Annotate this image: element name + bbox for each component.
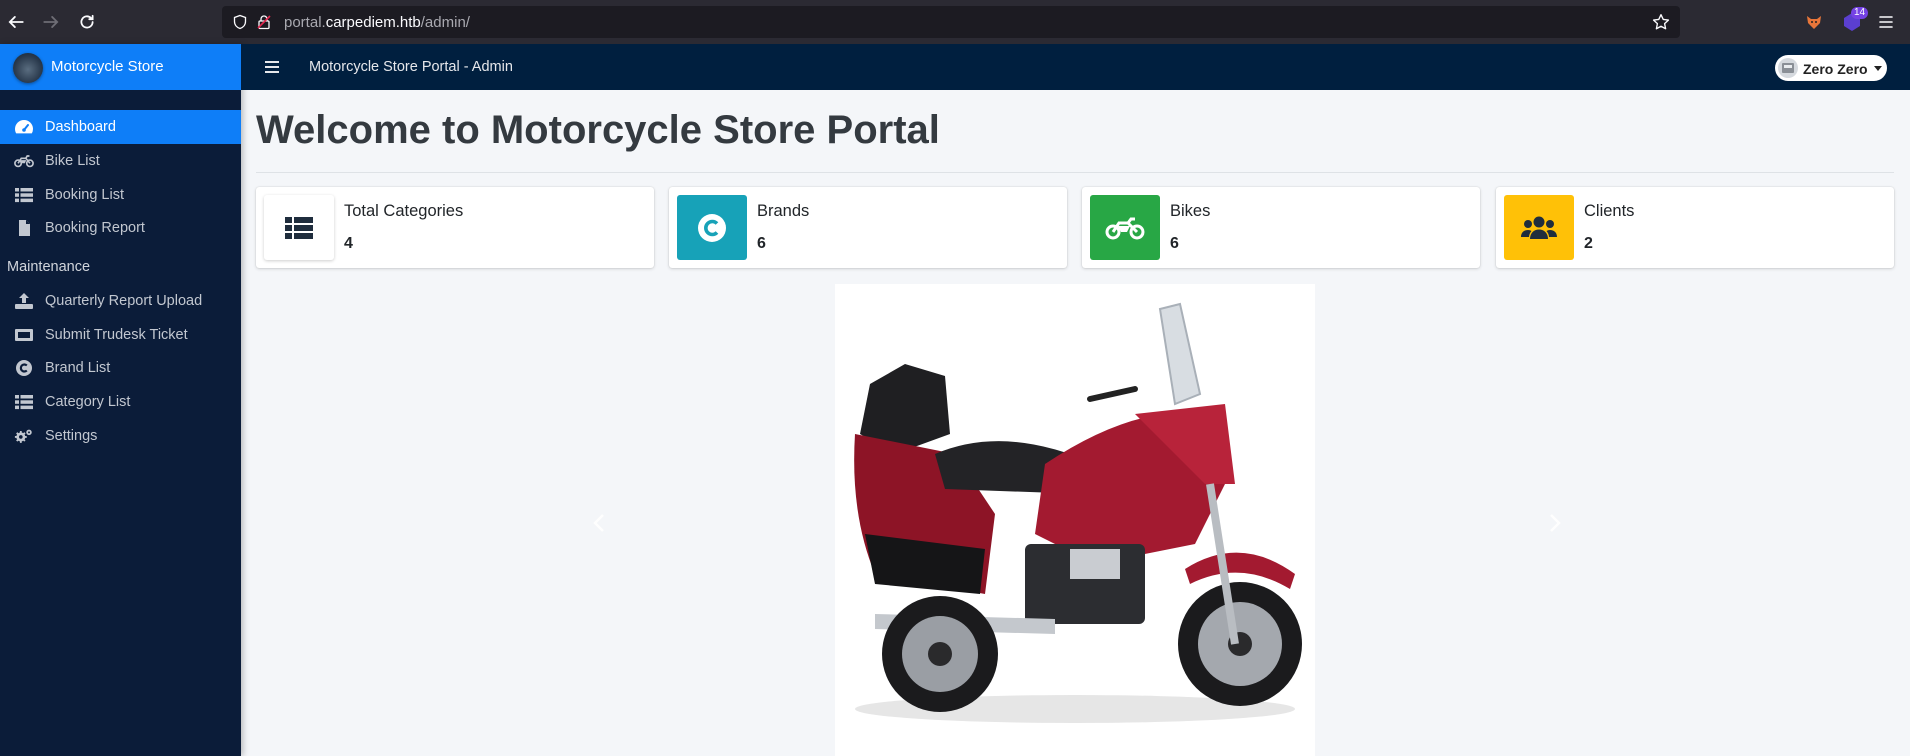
topbar-title: Motorcycle Store Portal - Admin bbox=[309, 59, 513, 75]
url-text[interactable]: portal.carpediem.htb/admin/ bbox=[284, 14, 470, 31]
foxyproxy-extension-icon[interactable] bbox=[1804, 12, 1824, 32]
brand-logo bbox=[13, 53, 43, 83]
sidebar-item-label: Dashboard bbox=[45, 119, 116, 135]
sidebar-item-quarterly-report-upload[interactable]: Quarterly Report Upload bbox=[0, 284, 241, 318]
info-box-value: 2 bbox=[1584, 235, 1593, 252]
main-header: Motorcycle Store Portal - Admin Zero Zer… bbox=[241, 44, 1910, 90]
carousel-slide-image bbox=[835, 284, 1315, 756]
info-box-label: Brands bbox=[757, 202, 810, 220]
back-button[interactable] bbox=[4, 10, 28, 34]
info-box-label: Bikes bbox=[1170, 202, 1211, 220]
info-box-brands: Brands 6 bbox=[669, 187, 1067, 268]
th-list-icon bbox=[13, 393, 35, 411]
page-title: Welcome to Motorcycle Store Portal bbox=[256, 108, 940, 152]
divider bbox=[256, 172, 1894, 173]
bookmark-star-icon[interactable] bbox=[1652, 13, 1670, 31]
copyright-icon bbox=[13, 359, 35, 377]
carousel bbox=[256, 284, 1894, 756]
th-list-icon bbox=[264, 195, 334, 260]
main-sidebar: Motorcycle Store Dashboard Bike List Boo… bbox=[0, 44, 241, 756]
app-menu-icon[interactable] bbox=[1876, 12, 1896, 32]
address-bar[interactable]: portal.carpediem.htb/admin/ bbox=[222, 6, 1680, 38]
sidebar-item-category-list[interactable]: Category List bbox=[0, 385, 241, 419]
insecure-lock-icon[interactable] bbox=[256, 14, 272, 30]
info-box-value: 6 bbox=[1170, 235, 1179, 252]
info-box-value: 6 bbox=[757, 235, 766, 252]
info-box-total-categories: Total Categories 4 bbox=[256, 187, 654, 268]
brand-text: Motorcycle Store bbox=[51, 58, 164, 75]
sidebar-item-booking-report[interactable]: Booking Report bbox=[0, 211, 241, 245]
sidebar-item-label: Bike List bbox=[45, 153, 100, 169]
user-avatar-icon bbox=[1782, 63, 1794, 73]
motorcycle-image bbox=[835, 284, 1315, 756]
sidebar-item-label: Category List bbox=[45, 394, 131, 410]
upload-icon bbox=[13, 292, 35, 310]
info-box-label: Clients bbox=[1584, 202, 1635, 220]
carousel-next-icon[interactable] bbox=[1548, 513, 1562, 533]
file-icon bbox=[13, 219, 35, 237]
shield-icon[interactable] bbox=[232, 14, 248, 30]
sidebar-item-booking-list[interactable]: Booking List bbox=[0, 178, 241, 212]
info-box-bikes: Bikes 6 bbox=[1082, 187, 1480, 268]
url-prefix: portal. bbox=[284, 14, 326, 31]
sidebar-item-submit-trudesk-ticket[interactable]: Submit Trudesk Ticket bbox=[0, 318, 241, 352]
sidebar-item-bike-list[interactable]: Bike List bbox=[0, 144, 241, 178]
motorcycle-icon bbox=[13, 152, 35, 170]
reload-button[interactable] bbox=[75, 10, 99, 34]
info-box-value: 4 bbox=[344, 235, 353, 252]
sidebar-item-label: Submit Trudesk Ticket bbox=[45, 327, 188, 343]
sidebar-item-label: Settings bbox=[45, 428, 98, 444]
sidebar-item-settings[interactable]: Settings bbox=[0, 419, 241, 453]
info-box-clients: Clients 2 bbox=[1496, 187, 1894, 268]
sidebar-item-label: Brand List bbox=[45, 360, 111, 376]
user-name: Zero Zero bbox=[1803, 61, 1868, 77]
avatar bbox=[1778, 58, 1798, 78]
reload-icon bbox=[80, 14, 94, 29]
extension-badge: 14 bbox=[1851, 7, 1869, 19]
browser-toolbar: portal.carpediem.htb/admin/ 14 bbox=[0, 0, 1910, 44]
user-menu-dropdown[interactable]: Zero Zero bbox=[1775, 55, 1887, 81]
brand-link[interactable]: Motorcycle Store bbox=[0, 44, 241, 90]
forward-button[interactable] bbox=[39, 10, 63, 34]
cogs-icon bbox=[13, 427, 35, 445]
sidebar-item-dashboard[interactable]: Dashboard bbox=[0, 110, 241, 144]
sidebar-item-label: Booking List bbox=[45, 187, 124, 203]
sidebar-header-maintenance: Maintenance bbox=[7, 259, 91, 275]
sidebar-item-label: Booking Report bbox=[45, 220, 145, 236]
arrow-right-icon bbox=[43, 16, 59, 28]
caret-down-icon bbox=[1874, 66, 1882, 71]
info-box-label: Total Categories bbox=[344, 202, 464, 220]
hamburger-menu-icon[interactable] bbox=[264, 60, 280, 74]
url-host: carpediem.htb bbox=[325, 14, 421, 31]
th-list-icon bbox=[13, 186, 35, 204]
arrow-left-icon bbox=[8, 16, 24, 28]
ticket-icon bbox=[13, 326, 35, 344]
sidebar-item-label: Quarterly Report Upload bbox=[45, 293, 203, 309]
sidebar-item-brand-list[interactable]: Brand List bbox=[0, 351, 241, 385]
url-path: /admin/ bbox=[420, 14, 470, 31]
motorcycle-icon bbox=[1090, 195, 1160, 260]
tachometer-icon bbox=[13, 118, 35, 136]
carousel-prev-icon[interactable] bbox=[592, 513, 606, 533]
users-icon bbox=[1504, 195, 1574, 260]
copyright-icon bbox=[677, 195, 747, 260]
